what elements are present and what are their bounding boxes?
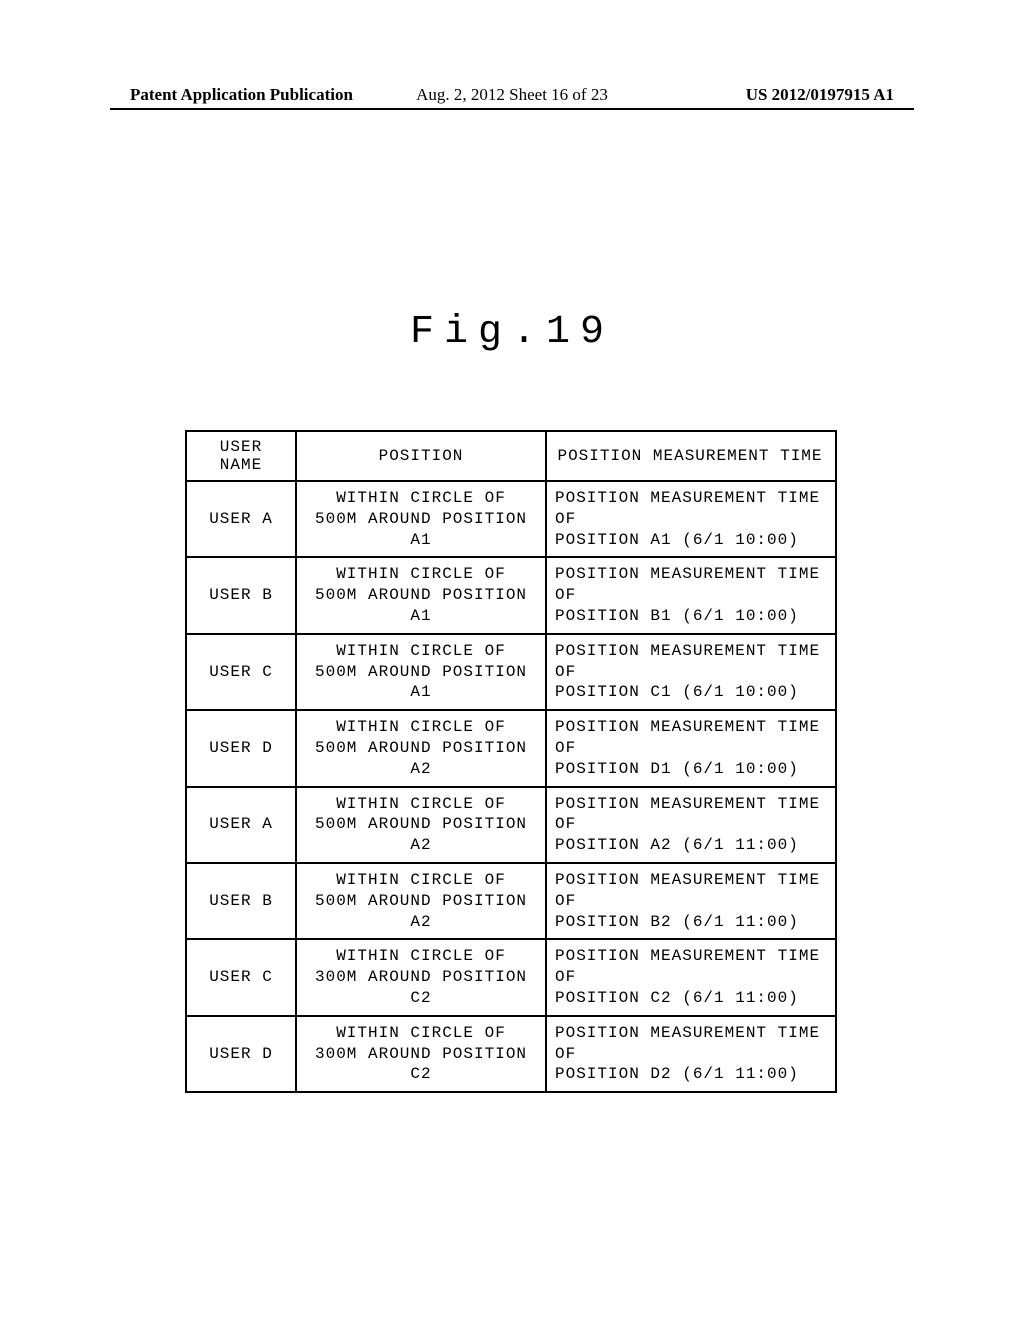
cell-time: POSITION MEASUREMENT TIME OFPOSITION C1 …	[546, 634, 836, 710]
cell-position: WITHIN CIRCLE OF500M AROUND POSITION A1	[296, 634, 546, 710]
cell-user: USER A	[186, 787, 296, 863]
table-row: USER B WITHIN CIRCLE OF500M AROUND POSIT…	[186, 863, 836, 939]
figure-label: Fig.19	[0, 310, 1024, 355]
cell-user: USER B	[186, 863, 296, 939]
header-user-name: USER NAME	[186, 431, 296, 481]
header-publication-number: US 2012/0197915 A1	[746, 85, 894, 105]
cell-user: USER D	[186, 710, 296, 786]
cell-user: USER A	[186, 481, 296, 557]
header-divider	[110, 108, 914, 110]
cell-position: WITHIN CIRCLE OF500M AROUND POSITION A1	[296, 557, 546, 633]
cell-user: USER C	[186, 939, 296, 1015]
cell-user: USER B	[186, 557, 296, 633]
table-row: USER D WITHIN CIRCLE OF500M AROUND POSIT…	[186, 710, 836, 786]
header-position: POSITION	[296, 431, 546, 481]
cell-time: POSITION MEASUREMENT TIME OFPOSITION D1 …	[546, 710, 836, 786]
cell-time: POSITION MEASUREMENT TIME OFPOSITION B1 …	[546, 557, 836, 633]
header-date-sheet: Aug. 2, 2012 Sheet 16 of 23	[416, 85, 608, 105]
table-row: USER B WITHIN CIRCLE OF500M AROUND POSIT…	[186, 557, 836, 633]
page-header: Patent Application Publication Aug. 2, 2…	[0, 85, 1024, 105]
position-table-container: USER NAME POSITION POSITION MEASUREMENT …	[185, 430, 837, 1093]
table-row: USER C WITHIN CIRCLE OF300M AROUND POSIT…	[186, 939, 836, 1015]
cell-user: USER D	[186, 1016, 296, 1092]
cell-time: POSITION MEASUREMENT TIME OFPOSITION D2 …	[546, 1016, 836, 1092]
header-measurement-time: POSITION MEASUREMENT TIME	[546, 431, 836, 481]
cell-user: USER C	[186, 634, 296, 710]
table-row: USER A WITHIN CIRCLE OF500M AROUND POSIT…	[186, 481, 836, 557]
cell-position: WITHIN CIRCLE OF300M AROUND POSITION C2	[296, 1016, 546, 1092]
cell-position: WITHIN CIRCLE OF500M AROUND POSITION A2	[296, 710, 546, 786]
table-row: USER D WITHIN CIRCLE OF300M AROUND POSIT…	[186, 1016, 836, 1092]
cell-time: POSITION MEASUREMENT TIME OFPOSITION A2 …	[546, 787, 836, 863]
cell-position: WITHIN CIRCLE OF500M AROUND POSITION A1	[296, 481, 546, 557]
table-header-row: USER NAME POSITION POSITION MEASUREMENT …	[186, 431, 836, 481]
cell-position: WITHIN CIRCLE OF500M AROUND POSITION A2	[296, 863, 546, 939]
table-row: USER C WITHIN CIRCLE OF500M AROUND POSIT…	[186, 634, 836, 710]
header-publication-label: Patent Application Publication	[130, 85, 353, 105]
cell-position: WITHIN CIRCLE OF500M AROUND POSITION A2	[296, 787, 546, 863]
cell-position: WITHIN CIRCLE OF300M AROUND POSITION C2	[296, 939, 546, 1015]
table-row: USER A WITHIN CIRCLE OF500M AROUND POSIT…	[186, 787, 836, 863]
cell-time: POSITION MEASUREMENT TIME OFPOSITION B2 …	[546, 863, 836, 939]
cell-time: POSITION MEASUREMENT TIME OFPOSITION C2 …	[546, 939, 836, 1015]
cell-time: POSITION MEASUREMENT TIME OFPOSITION A1 …	[546, 481, 836, 557]
position-table: USER NAME POSITION POSITION MEASUREMENT …	[185, 430, 837, 1093]
